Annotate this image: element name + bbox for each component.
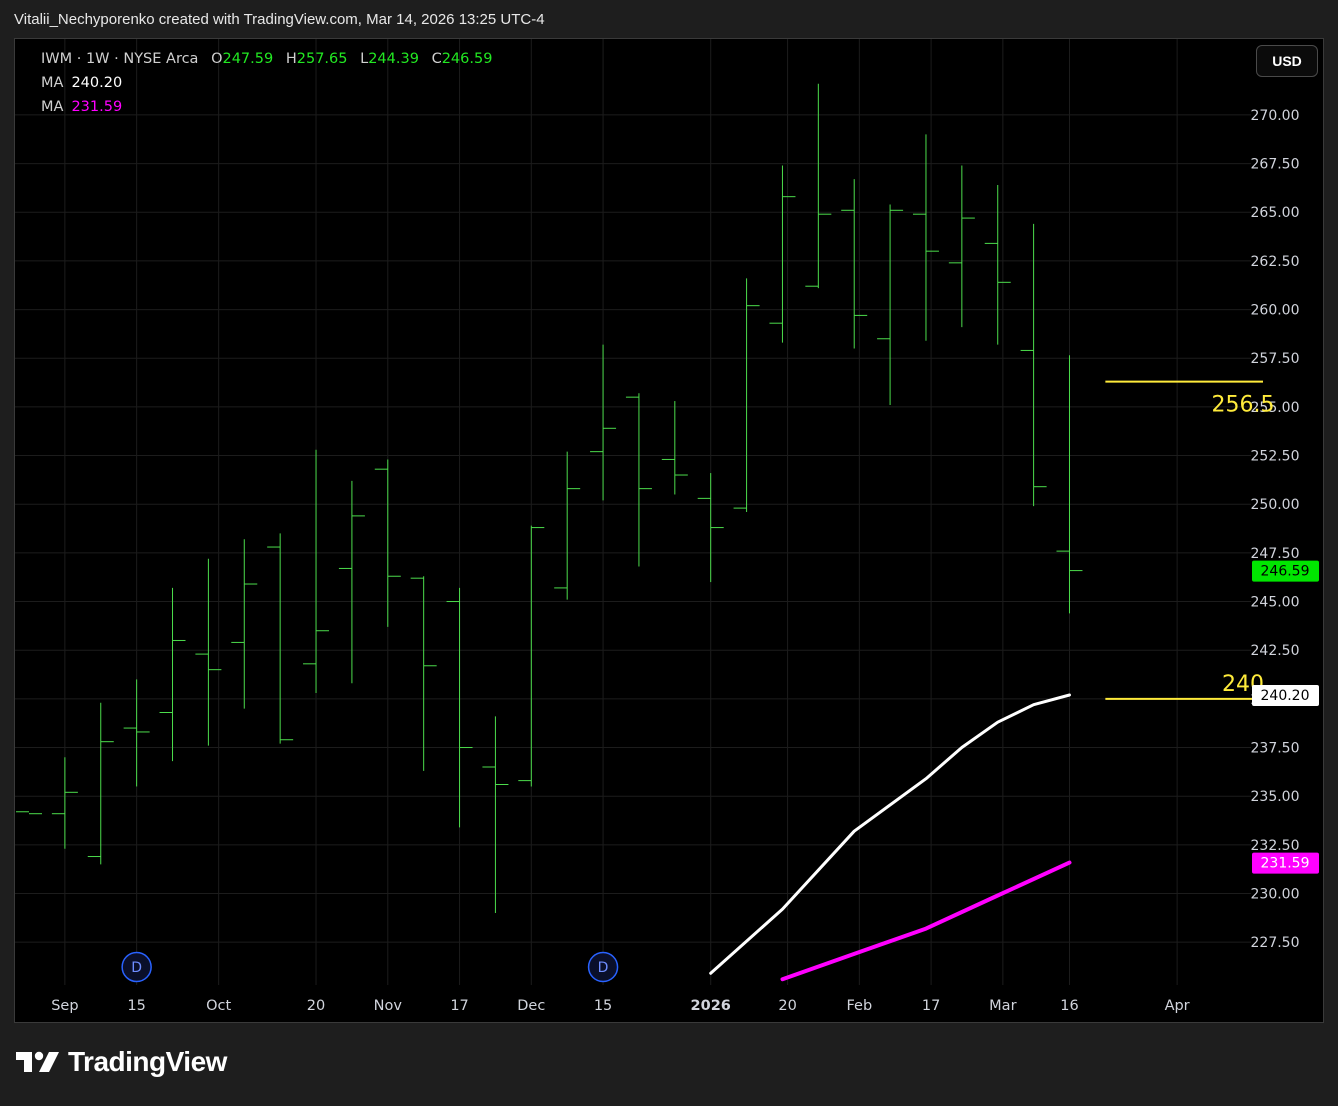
y-tick-label: 262.50 — [1251, 254, 1300, 270]
ohlc-bar — [87, 702, 114, 865]
ma-line-magenta — [780, 860, 1072, 982]
ohlc-bar — [590, 344, 617, 501]
price-chart[interactable]: 227.50230.00232.50235.00237.50240.00242.… — [15, 39, 1323, 1022]
ohlc-bar — [697, 473, 724, 583]
x-tick-label: Sep — [51, 998, 78, 1014]
ohlc-bar — [123, 679, 150, 787]
ohlc-bar — [410, 576, 437, 771]
x-tick-label: 2026 — [691, 998, 731, 1014]
x-tick-label: Apr — [1165, 998, 1190, 1014]
symbol-info[interactable]: IWM · 1W · NYSE Arca — [41, 51, 198, 67]
y-tick-label: 242.50 — [1251, 643, 1300, 659]
ohlc-bar — [841, 179, 868, 349]
ohlc-bar — [16, 811, 42, 815]
y-tick-label: 250.00 — [1251, 497, 1300, 513]
y-tick-label: 257.50 — [1251, 351, 1300, 367]
ohlc-bar — [159, 587, 186, 762]
ohlc-bar — [482, 716, 509, 913]
y-tick-label: 247.50 — [1251, 546, 1300, 562]
x-tick-label: Oct — [206, 998, 231, 1014]
ohlc-bar — [338, 480, 365, 684]
tradingview-logo[interactable]: TradingView — [16, 1046, 227, 1078]
price-badge-label: 240.20 — [1261, 688, 1310, 704]
x-tick-label: 15 — [127, 998, 145, 1014]
x-tick-label: 20 — [778, 998, 796, 1014]
y-tick-label: 235.00 — [1251, 789, 1300, 805]
low-label: L — [360, 51, 369, 67]
currency-button[interactable]: USD — [1256, 45, 1318, 77]
ohlc-bar — [554, 451, 581, 600]
ohlc-bar — [446, 587, 473, 828]
y-tick-label: 230.00 — [1251, 887, 1300, 903]
ohlc-bar — [769, 165, 796, 343]
ohlc-bar — [877, 204, 904, 405]
close-label: C — [431, 51, 442, 67]
y-tick-label: 232.50 — [1251, 838, 1300, 854]
ohlc-bar — [625, 393, 652, 567]
x-tick-label: Mar — [989, 998, 1016, 1014]
low-value: 244.39 — [368, 51, 419, 67]
x-tick-label: Dec — [517, 998, 545, 1014]
level-label: 256.5 — [1212, 393, 1275, 418]
x-tick-label: 17 — [450, 998, 468, 1014]
ohlc-bar — [267, 533, 294, 744]
ohlc-bar — [195, 558, 222, 746]
y-tick-label: 265.00 — [1251, 205, 1300, 221]
y-tick-label: 237.50 — [1251, 741, 1300, 757]
y-tick-label: 267.50 — [1251, 157, 1300, 173]
ohlc-bar — [51, 757, 78, 849]
ma1-label: MA — [41, 75, 64, 91]
y-tick-label: 227.50 — [1251, 935, 1300, 951]
y-tick-label: 245.00 — [1251, 595, 1300, 611]
chart-attribution: Vitalii_Nechyporenko created with Tradin… — [14, 11, 545, 28]
x-tick-label: 15 — [594, 998, 612, 1014]
ohlc-bar — [1056, 355, 1083, 614]
ma1-value: 240.20 — [71, 75, 123, 91]
ohlc-bar — [661, 401, 688, 495]
y-tick-label: 260.00 — [1251, 303, 1300, 319]
x-tick-label: 20 — [307, 998, 325, 1014]
x-tick-label: 17 — [922, 998, 940, 1014]
ma1-legend[interactable]: MA 240.20 — [41, 75, 122, 91]
ohlc-bar — [303, 449, 330, 694]
x-tick-label: 16 — [1060, 998, 1078, 1014]
price-badge-label: 231.59 — [1261, 856, 1310, 872]
x-tick-label: Feb — [846, 998, 872, 1014]
close-value: 246.59 — [441, 51, 493, 67]
high-label: H — [285, 51, 297, 67]
x-tick-label: Nov — [374, 998, 403, 1014]
open-label: O — [211, 51, 223, 67]
ohlc-bar — [1020, 223, 1047, 507]
y-tick-label: 252.50 — [1251, 449, 1300, 465]
ohlc-bar — [984, 184, 1011, 345]
dividend-marker-label: D — [131, 960, 142, 976]
ma-line-white — [709, 693, 1071, 975]
open-value: 247.59 — [222, 51, 274, 67]
ma2-legend[interactable]: MA 231.59 — [41, 99, 122, 115]
high-value: 257.65 — [296, 51, 348, 67]
tradingview-logo-text: TradingView — [68, 1046, 227, 1077]
y-tick-label: 270.00 — [1251, 108, 1300, 124]
chart-area[interactable]: 227.50230.00232.50235.00237.50240.00242.… — [14, 38, 1324, 1023]
dividend-marker-label: D — [598, 960, 609, 976]
ma2-label: MA — [41, 99, 64, 115]
price-badge-label: 246.59 — [1261, 564, 1310, 580]
ohlc-bar — [231, 539, 258, 709]
symbol-legend[interactable]: IWM · 1W · NYSE Arca O247.59 H257.65 L24… — [41, 51, 492, 67]
ohlc-bar — [948, 165, 975, 328]
tradingview-logo-icon — [16, 1051, 59, 1072]
ohlc-bar — [733, 278, 760, 512]
ma2-value: 231.59 — [71, 99, 123, 115]
